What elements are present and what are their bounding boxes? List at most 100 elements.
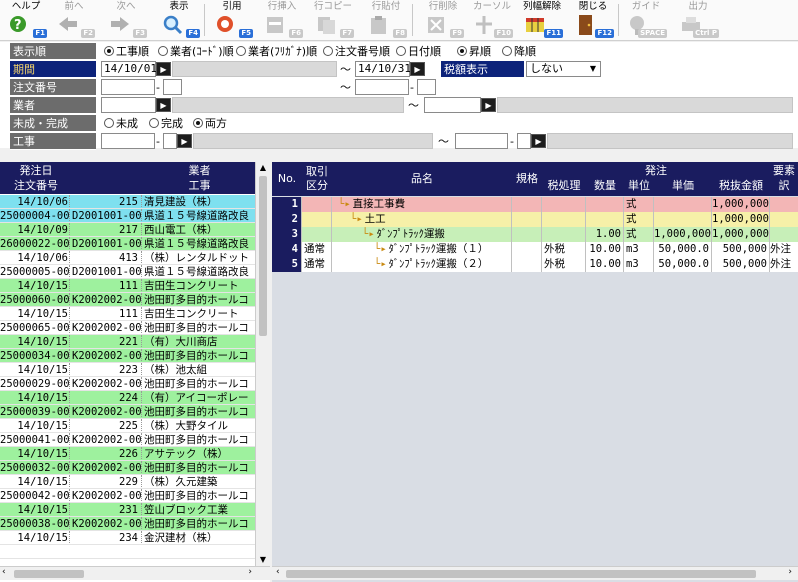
scroll-down-icon[interactable]: ▼: [256, 554, 270, 566]
table-row[interactable]: 25000032-00 K2002002-00 池田町多目的ホールコ: [0, 461, 255, 475]
completion-incomplete[interactable]: 未成: [104, 115, 138, 132]
table-row[interactable]: 25000039-00 K2002002-00 池田町多目的ホールコ: [0, 405, 255, 419]
chevron-down-icon: ▼: [589, 64, 596, 73]
table-row[interactable]: 14/10/15 229 （株）久元建築: [0, 475, 255, 489]
guide-button[interactable]: ガイド SPACE: [624, 0, 668, 40]
vendor-code: 111: [72, 279, 142, 292]
work-from-branch[interactable]: [163, 133, 177, 149]
detail-hscrollbar[interactable]: ‹ ›: [272, 566, 798, 580]
sort-desc[interactable]: 降順: [502, 43, 536, 60]
table-row[interactable]: 25000041-00 K2002002-00 池田町多目的ホールコ: [0, 433, 255, 447]
table-row[interactable]: 14/10/06 413 （株）レンタルドット: [0, 251, 255, 265]
order-no-from-branch[interactable]: [163, 79, 182, 95]
col-width-reset-button[interactable]: 列幅解除 F11: [520, 0, 564, 40]
table-row[interactable]: 14/10/15 111 吉田生コンクリート: [0, 307, 255, 321]
scroll-right-icon[interactable]: ›: [788, 567, 792, 577]
work-code: K2002002-00: [72, 321, 142, 334]
header-date[interactable]: 発注日: [0, 164, 72, 178]
order-no-to-branch[interactable]: [417, 79, 436, 95]
work-from-input[interactable]: [101, 133, 155, 149]
header-spec: 規格: [516, 172, 538, 185]
header-vendor[interactable]: 業者: [144, 164, 255, 178]
table-row[interactable]: 14/10/06 215 清見建設（株）: [0, 195, 255, 209]
detail-row[interactable]: 3 └▸ ﾀﾞﾝﾌﾟﾄﾗｯｸ運搬 1.00 式 1,000,000 1,000,000: [272, 227, 798, 242]
prev-button[interactable]: 前へ F2: [52, 0, 96, 40]
row-delete-button[interactable]: 行削除 F9: [421, 0, 465, 40]
table-row[interactable]: 25000034-00 K2002002-00 池田町多目的ホールコ: [0, 349, 255, 363]
table-row[interactable]: 25000038-00 K2002002-00 池田町多目的ホールコ: [0, 517, 255, 531]
order-no-from-input[interactable]: [101, 79, 155, 95]
period-to-input[interactable]: 14/10/31: [355, 61, 411, 77]
order-list-hscrollbar[interactable]: ‹ ›: [0, 566, 270, 580]
vendor-name: アサテック（株）: [144, 448, 228, 460]
period-from-lookup-button[interactable]: ▶: [156, 62, 171, 76]
completion-complete[interactable]: 完成: [149, 115, 183, 132]
work-from-lookup-button[interactable]: ▶: [177, 134, 192, 148]
completion-label: 未成・完成: [10, 115, 96, 132]
order-no: 25000042-00: [0, 489, 70, 502]
table-row[interactable]: 14/10/15 234 金沢建材（株）: [0, 531, 255, 545]
row-insert-button[interactable]: 行挿入 F6: [260, 0, 304, 40]
row-no: 1: [272, 197, 302, 212]
completion-both[interactable]: 両方: [193, 115, 227, 132]
scroll-thumb[interactable]: [14, 570, 84, 578]
table-row[interactable]: 25000004-00 D2001001-00 県道１５号線道路改良: [0, 209, 255, 223]
scroll-right-icon[interactable]: ›: [248, 567, 252, 577]
detail-row[interactable]: 1 └▸ 直接工事費 式 1,000,000: [272, 197, 798, 212]
detail-row[interactable]: 4 通常 └▸ ﾀﾞﾝﾌﾟﾄﾗｯｸ運搬（１） 外税 10.00 m3 50,000.0 500,…: [272, 242, 798, 257]
order-list-vscrollbar[interactable]: ▲ ▼: [255, 162, 270, 566]
table-row[interactable]: [0, 545, 255, 559]
order-no-tilde: ～: [340, 81, 351, 94]
period-to-lookup-button[interactable]: ▶: [410, 62, 425, 76]
vendor-from-lookup-button[interactable]: ▶: [156, 98, 171, 112]
help-button[interactable]: ヘルプ ? F1: [4, 0, 48, 40]
detail-row[interactable]: 5 通常 └▸ ﾀﾞﾝﾌﾟﾄﾗｯｸ運搬（２） 外税 10.00 m3 50,000.0 500,…: [272, 257, 798, 272]
vendor-from-input[interactable]: [101, 97, 156, 113]
table-row[interactable]: 25000060-00 K2002002-00 池田町多目的ホールコ: [0, 293, 255, 307]
vendor-to-input[interactable]: [424, 97, 481, 113]
sort-option-order-no[interactable]: 注文番号順: [323, 43, 390, 60]
sort-option-vendor-kana[interactable]: 業者(ﾌﾘｶﾞﾅ)順: [236, 43, 317, 60]
table-row[interactable]: 25000065-00 K2002002-00 池田町多目的ホールコ: [0, 321, 255, 335]
sort-option-vendor-code[interactable]: 業者(ｺｰﾄﾞ)順: [158, 43, 234, 60]
work-to-branch[interactable]: [517, 133, 531, 149]
table-row[interactable]: 14/10/15 225 （株）大野タイル: [0, 419, 255, 433]
table-row[interactable]: 14/10/15 221 （有）大川商店: [0, 335, 255, 349]
table-row[interactable]: 14/10/15 224 （有）アイコーポレー: [0, 391, 255, 405]
sort-option-date[interactable]: 日付順: [396, 43, 441, 60]
table-row[interactable]: 14/10/15 223 （株）池太組: [0, 363, 255, 377]
scroll-thumb[interactable]: [286, 570, 756, 578]
sort-asc[interactable]: 昇順: [457, 43, 491, 60]
table-row[interactable]: 14/10/09 217 西山電工（株）: [0, 223, 255, 237]
item-name-cell: └▸ ﾀﾞﾝﾌﾟﾄﾗｯｸ運搬（２）: [332, 257, 512, 272]
work-to-lookup-button[interactable]: ▶: [531, 134, 546, 148]
show-button[interactable]: 表示 F4: [157, 0, 201, 40]
scroll-up-icon[interactable]: ▲: [256, 162, 270, 174]
header-work[interactable]: 工事: [144, 179, 255, 193]
tax-select[interactable]: しない ▼: [526, 61, 601, 77]
table-row[interactable]: 14/10/15 226 アサテック（株）: [0, 447, 255, 461]
work-to-input[interactable]: [455, 133, 508, 149]
row-paste-button[interactable]: 行貼付 F8: [364, 0, 408, 40]
cite-button[interactable]: 引用 F5: [210, 0, 254, 40]
table-row[interactable]: 14/10/15 111 吉田生コンクリート: [0, 279, 255, 293]
output-button[interactable]: 出力 Ctrl P: [676, 0, 720, 40]
scroll-left-icon[interactable]: ‹: [276, 567, 280, 577]
close-button[interactable]: 閉じる F12: [571, 0, 615, 40]
table-row[interactable]: 25000042-00 K2002002-00 池田町多目的ホールコ: [0, 489, 255, 503]
table-row[interactable]: 25000029-00 K2002002-00 池田町多目的ホールコ: [0, 377, 255, 391]
table-row[interactable]: 25000005-00 D2001001-00 県道１５号線道路改良: [0, 265, 255, 279]
cursor-button[interactable]: カーソル F10: [470, 0, 514, 40]
scroll-thumb[interactable]: [259, 176, 267, 336]
table-row[interactable]: 26000022-00 D2001001-00 県道１５号線道路改良: [0, 237, 255, 251]
scroll-left-icon[interactable]: ‹: [2, 567, 6, 577]
row-copy-button[interactable]: 行コピー F7: [311, 0, 355, 40]
vendor-to-lookup-button[interactable]: ▶: [481, 98, 496, 112]
table-row[interactable]: 14/10/15 231 笠山ブロック工業: [0, 503, 255, 517]
next-button[interactable]: 次へ F3: [104, 0, 148, 40]
sort-option-koji[interactable]: 工事順: [104, 43, 149, 60]
period-from-input[interactable]: 14/10/01: [101, 61, 157, 77]
order-no-to-input[interactable]: [355, 79, 409, 95]
header-order-no[interactable]: 注文番号: [0, 179, 72, 193]
detail-row[interactable]: 2 └▸ 土工 式 1,000,000: [272, 212, 798, 227]
